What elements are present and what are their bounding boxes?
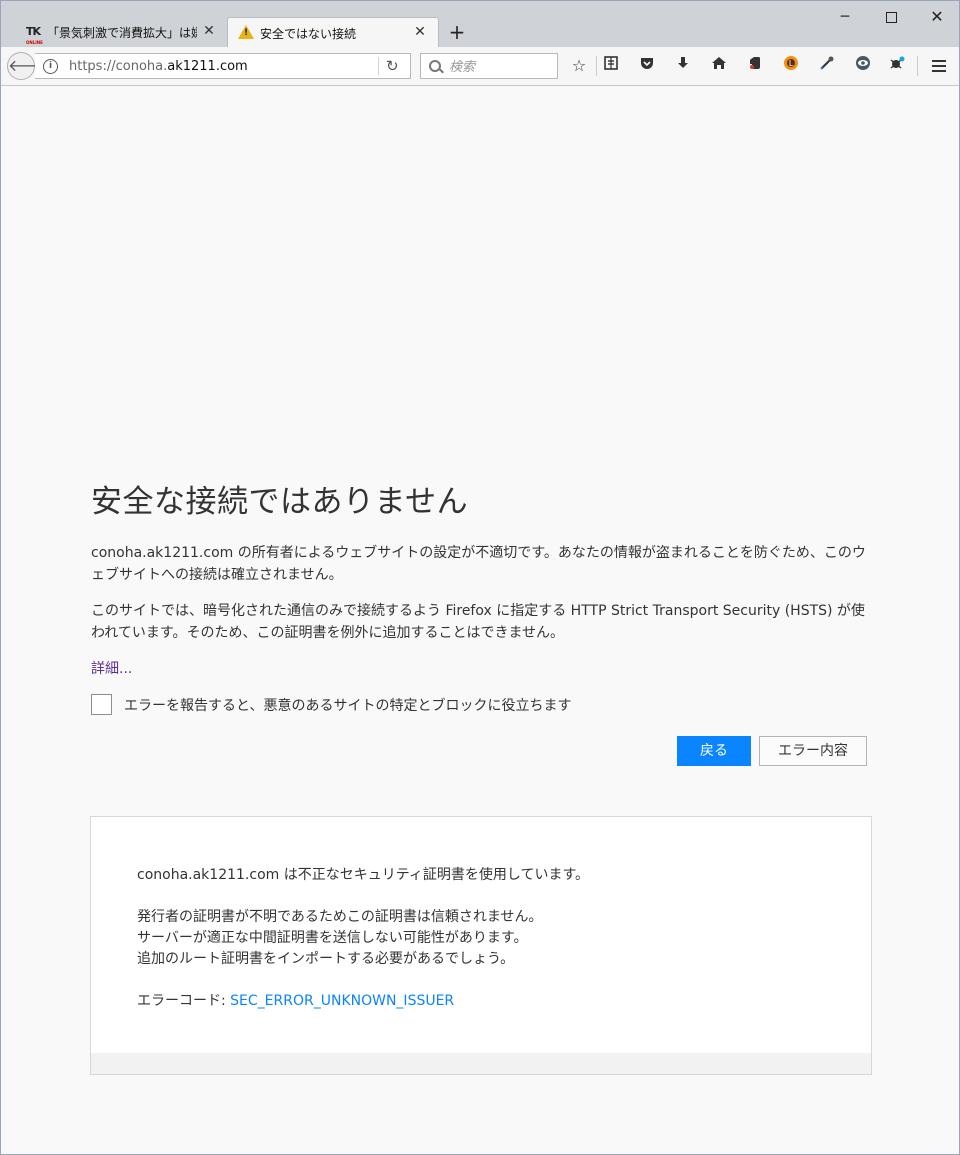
close-tab-icon[interactable]: ✕	[412, 24, 428, 40]
back-button[interactable]: 戻る	[677, 736, 751, 766]
error-code-line: エラーコード: SEC_ERROR_UNKNOWN_ISSUER	[137, 993, 455, 1009]
bug-icon[interactable]	[886, 55, 908, 77]
search-icon	[429, 60, 441, 72]
svg-text:L: L	[789, 59, 794, 68]
error-page: 安全な接続ではありません conoha.ak1211.com の所有者によるウェ…	[1, 86, 959, 1154]
eyedropper-icon[interactable]	[816, 55, 838, 77]
search-input[interactable]	[447, 56, 555, 78]
reading-list-icon[interactable]	[600, 55, 622, 77]
divider	[917, 56, 918, 76]
maximize-button[interactable]	[869, 7, 913, 27]
tab-insecure-connection[interactable]: ! 安全ではない接続 ✕	[227, 17, 439, 47]
issuer-unknown-text: 発行者の証明書が不明であるためこの証明書は信頼されません。	[137, 909, 543, 925]
cert-invalid-text: conoha.ak1211.com は不正なセキュリティ証明書を使用しています。	[137, 867, 590, 883]
tab-article[interactable]: TKONLINE 「景気刺激で消費拡大」は嫌言 ✕	[17, 17, 227, 47]
search-bar[interactable]	[420, 53, 558, 79]
url-bar[interactable]: i https://conoha.ak1211.com ↻	[35, 53, 411, 79]
error-description: conoha.ak1211.com の所有者によるウェブサイトの設定が不適切です…	[91, 545, 866, 583]
close-window-button[interactable]: ✕	[915, 7, 959, 27]
warning-icon: !	[238, 25, 254, 39]
divider	[596, 56, 597, 76]
back-button[interactable]: 🡐	[7, 52, 51, 80]
tab-strip: TKONLINE 「景気刺激で消費拡大」は嫌言 ✕ ! 安全ではない接続 ✕ +…	[1, 1, 959, 47]
url-text: https://conoha.ak1211.com	[69, 59, 248, 74]
evernote-icon[interactable]	[744, 55, 766, 77]
eye-icon[interactable]	[852, 55, 874, 77]
hsts-description: このサイトでは、暗号化された通信のみで接続するよう Firefox に指定する …	[91, 603, 865, 641]
details-link[interactable]: 詳細...	[91, 658, 132, 678]
minimize-button[interactable]: ─	[823, 7, 867, 27]
star-icon[interactable]: ☆	[568, 55, 590, 77]
report-error-checkbox[interactable]	[91, 694, 112, 715]
browser-window: TKONLINE 「景気刺激で消費拡大」は嫌言 ✕ ! 安全ではない接続 ✕ +…	[0, 0, 960, 1155]
menu-icon[interactable]	[928, 55, 950, 77]
navigation-bar: 🡐 i https://conoha.ak1211.com ↻ ☆	[1, 47, 959, 86]
report-error-label: エラーを報告すると、悪意のあるサイトの特定とブロックに役立ちます	[124, 698, 572, 714]
download-icon[interactable]	[672, 55, 694, 77]
intermediate-cert-text: サーバーが適正な中間証明書を送信しない可能性があります。	[137, 930, 528, 946]
pocket-icon[interactable]	[636, 55, 658, 77]
root-cert-text: 追加のルート証明書をインポートする必要があるでしょう。	[137, 951, 515, 967]
error-code-link[interactable]: SEC_ERROR_UNKNOWN_ISSUER	[230, 993, 454, 1009]
panel-footer	[91, 1053, 871, 1074]
home-icon[interactable]	[708, 55, 730, 77]
page-title: 安全な接続ではありません	[91, 484, 469, 520]
new-tab-button[interactable]: +	[447, 21, 467, 43]
tab-title: 安全ではない接続	[260, 27, 357, 41]
close-tab-icon[interactable]: ✕	[201, 23, 217, 39]
maximize-icon	[885, 11, 897, 23]
technical-details-panel: conoha.ak1211.com は不正なセキュリティ証明書を使用しています。…	[90, 816, 872, 1075]
divider	[378, 57, 379, 75]
info-icon[interactable]: i	[43, 59, 58, 74]
tab-title: 「景気刺激で消費拡大」は嫌言	[47, 26, 197, 40]
reload-icon[interactable]: ↻	[386, 57, 399, 75]
extension-icon[interactable]: L	[780, 55, 802, 77]
tk-online-favicon-icon: TK ONLINE	[26, 25, 43, 45]
error-details-button[interactable]: エラー内容	[759, 736, 867, 766]
